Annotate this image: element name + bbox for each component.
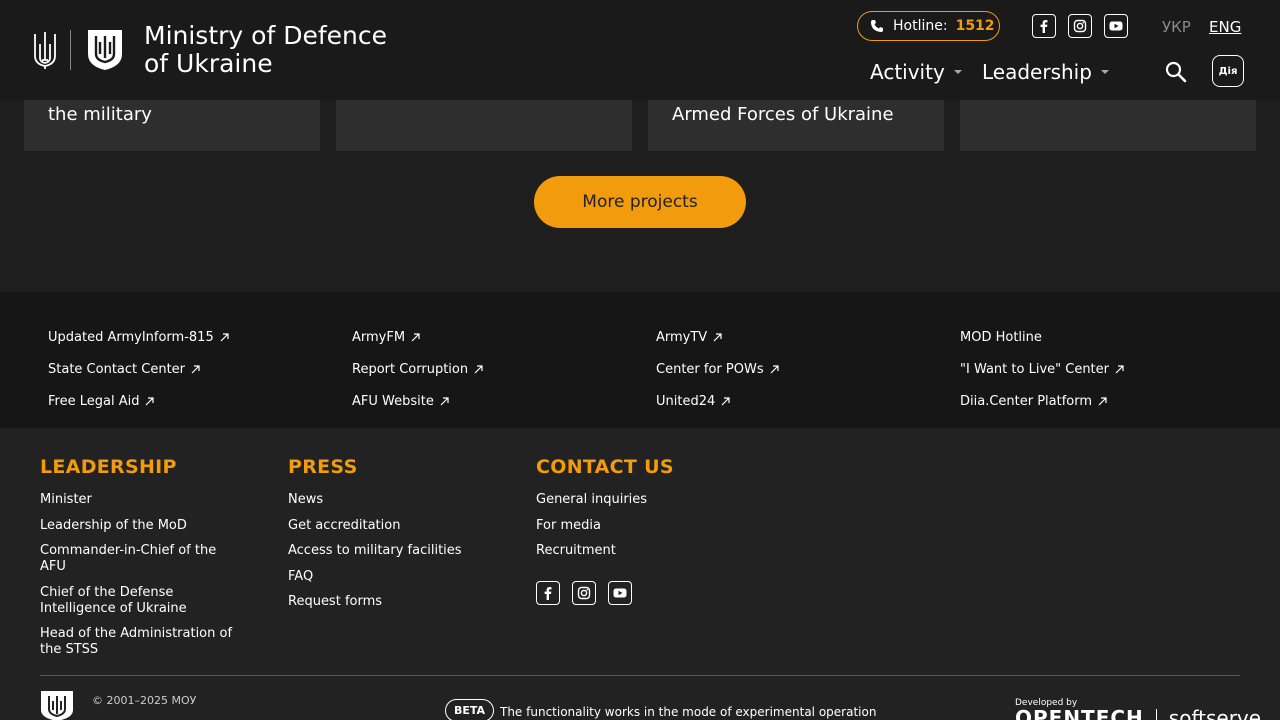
quick-link[interactable]: State Contact Center bbox=[48, 353, 229, 385]
hotline-button[interactable]: Hotline: 1512 bbox=[857, 11, 1000, 41]
external-link-icon bbox=[146, 396, 155, 405]
footer-link[interactable]: Get accreditation bbox=[288, 518, 462, 534]
quick-link[interactable]: United24 bbox=[656, 385, 779, 417]
footer-link[interactable]: Chief of the Defense Intelligence of Ukr… bbox=[40, 585, 245, 617]
footer-heading: LEADERSHIP bbox=[40, 456, 177, 478]
external-link-icon bbox=[220, 332, 229, 341]
chevron-down-icon bbox=[1100, 70, 1109, 74]
footer-heading: PRESS bbox=[288, 456, 358, 478]
footer-link[interactable]: Leadership of the MoD bbox=[40, 518, 245, 534]
social-links-footer bbox=[536, 581, 674, 605]
search-icon[interactable] bbox=[1164, 60, 1188, 84]
nav-leadership-label: Leadership bbox=[982, 60, 1092, 84]
external-link-icon bbox=[770, 364, 779, 373]
external-link-icon bbox=[713, 332, 722, 341]
footer-link[interactable]: FAQ bbox=[288, 569, 462, 585]
quick-link[interactable]: Report Corruption bbox=[352, 353, 483, 385]
chevron-down-icon bbox=[953, 70, 962, 74]
quick-links-col-3: ArmyTV Center for POWs United24 bbox=[656, 321, 779, 417]
external-link-icon bbox=[440, 396, 449, 405]
footer-link[interactable]: Head of the Administration of the STSS bbox=[40, 626, 245, 658]
social-links-header bbox=[1032, 14, 1128, 38]
softserve-logo: softserve bbox=[1168, 706, 1262, 720]
hotline-label: Hotline: bbox=[893, 18, 948, 34]
diia-button[interactable]: Дія bbox=[1212, 55, 1244, 87]
shield-icon bbox=[88, 30, 122, 70]
external-link-icon bbox=[411, 332, 420, 341]
opentech-logo: OPENTECH bbox=[1015, 706, 1144, 720]
youtube-icon[interactable] bbox=[1104, 14, 1128, 38]
quick-link[interactable]: MOD Hotline bbox=[960, 321, 1124, 353]
footer-press: PRESS News Get accreditation Access to m… bbox=[288, 456, 462, 620]
external-link-icon bbox=[1115, 364, 1124, 373]
footer-link[interactable]: Recruitment bbox=[536, 543, 674, 559]
quick-link[interactable]: ArmyFM bbox=[352, 321, 483, 353]
beta-badge: BETA bbox=[445, 699, 495, 720]
external-link-icon bbox=[721, 396, 730, 405]
footer-link[interactable]: For media bbox=[536, 518, 674, 534]
footer-divider bbox=[40, 675, 1240, 676]
language-eng[interactable]: ENG bbox=[1209, 18, 1241, 36]
nav-activity-label: Activity bbox=[870, 60, 945, 84]
instagram-icon[interactable] bbox=[572, 581, 596, 605]
instagram-icon[interactable] bbox=[1068, 14, 1092, 38]
site-footer: LEADERSHIP Minister Leadership of the Mo… bbox=[0, 428, 1280, 720]
external-link-icon bbox=[191, 364, 200, 373]
footer-link[interactable]: General inquiries bbox=[536, 492, 674, 508]
footer-link[interactable]: Access to military facilities bbox=[288, 543, 462, 559]
footer-link[interactable]: Minister bbox=[40, 492, 245, 508]
quick-links-col-4: MOD Hotline "I Want to Live" Center Diia… bbox=[960, 321, 1124, 417]
external-link-icon bbox=[474, 364, 483, 373]
footer-link[interactable]: Request forms bbox=[288, 594, 462, 610]
trident-icon bbox=[34, 32, 56, 69]
quick-link[interactable]: Updated ArmyInform-815 bbox=[48, 321, 229, 353]
quick-link[interactable]: "I Want to Live" Center bbox=[960, 353, 1124, 385]
nav-activity[interactable]: Activity bbox=[870, 60, 962, 84]
phone-icon bbox=[871, 20, 883, 32]
hotline-number: 1512 bbox=[955, 18, 995, 34]
quick-links-col-1: Updated ArmyInform-815 State Contact Cen… bbox=[48, 321, 229, 417]
youtube-icon[interactable] bbox=[608, 581, 632, 605]
facebook-icon[interactable] bbox=[1032, 14, 1056, 38]
footer-leadership: LEADERSHIP Minister Leadership of the Mo… bbox=[40, 456, 245, 668]
quick-link[interactable]: AFU Website bbox=[352, 385, 483, 417]
facebook-icon[interactable] bbox=[536, 581, 560, 605]
logo-divider bbox=[1155, 709, 1157, 720]
developer-logos: OPENTECH softserve bbox=[1015, 706, 1261, 720]
footer-link[interactable]: News bbox=[288, 492, 462, 508]
footer-contact: CONTACT US General inquiries For media R… bbox=[536, 456, 674, 605]
language-ukr[interactable]: УКР bbox=[1162, 18, 1191, 36]
project-card-title: Armed Forces of Ukraine bbox=[672, 104, 894, 125]
site-title: Ministry of Defence of Ukraine bbox=[144, 22, 387, 78]
nav-leadership[interactable]: Leadership bbox=[982, 60, 1109, 84]
external-link-icon bbox=[1098, 396, 1107, 405]
quick-link[interactable]: Diia.Center Platform bbox=[960, 385, 1124, 417]
shield-icon bbox=[41, 691, 73, 720]
project-card-title: the military bbox=[48, 104, 152, 125]
more-projects-button[interactable]: More projects bbox=[534, 176, 746, 228]
quick-links-col-2: ArmyFM Report Corruption AFU Website bbox=[352, 321, 483, 417]
site-title-line1: Ministry of Defence bbox=[144, 21, 387, 50]
beta-notice: The functionality works in the mode of e… bbox=[500, 705, 877, 719]
site-header: Ministry of Defence of Ukraine Hotline: … bbox=[0, 0, 1280, 100]
footer-heading: CONTACT US bbox=[536, 456, 674, 478]
quick-link[interactable]: ArmyTV bbox=[656, 321, 779, 353]
quick-link[interactable]: Center for POWs bbox=[656, 353, 779, 385]
quick-link[interactable]: Free Legal Aid bbox=[48, 385, 229, 417]
site-title-line2: of Ukraine bbox=[144, 49, 273, 78]
footer-link[interactable]: Commander-in-Chief of the AFU bbox=[40, 543, 245, 575]
site-logo[interactable]: Ministry of Defence of Ukraine bbox=[32, 22, 387, 78]
copyright: © 2001–2025 МОУ bbox=[92, 694, 197, 707]
quick-links: Updated ArmyInform-815 State Contact Cen… bbox=[0, 292, 1280, 428]
logo-divider bbox=[70, 30, 71, 70]
